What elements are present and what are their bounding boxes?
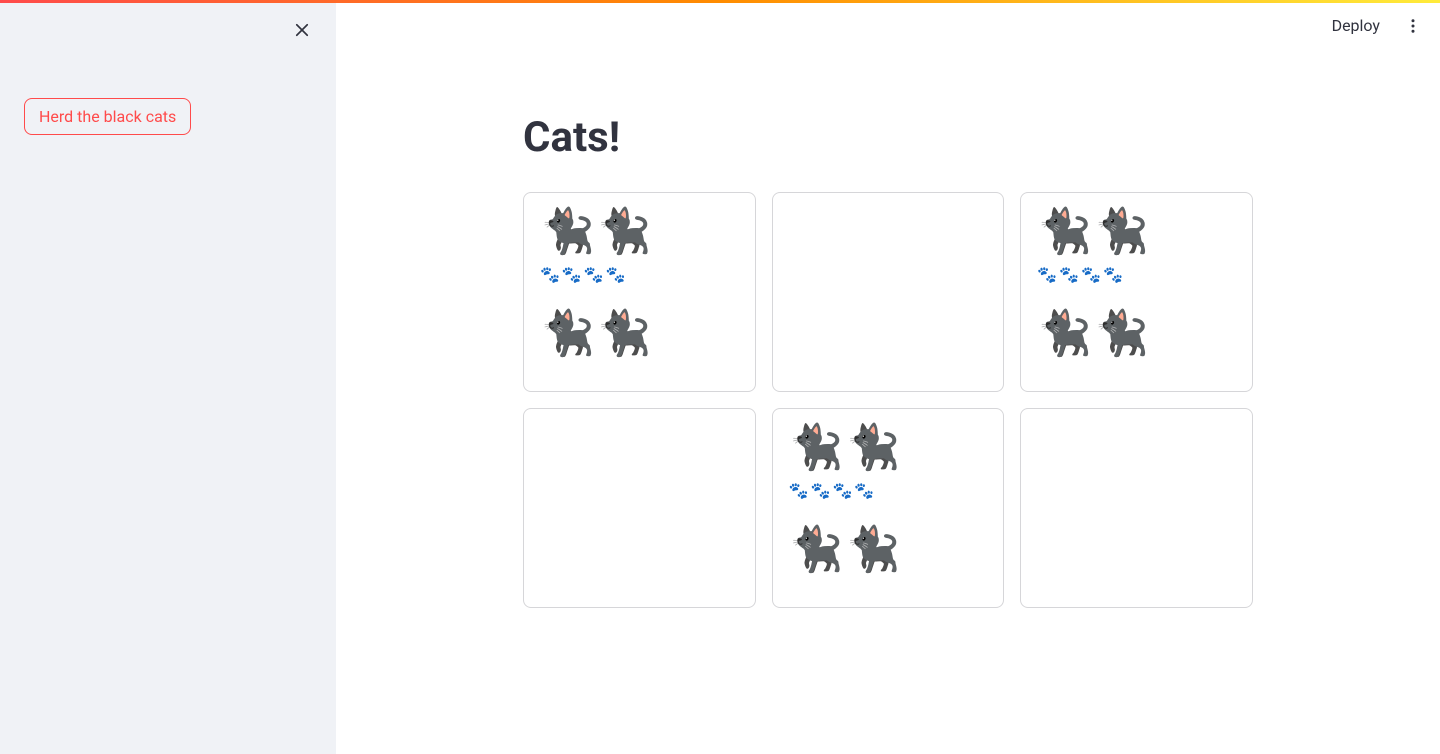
cat-row: 🐈‍⬛🐈‍⬛ (1037, 311, 1236, 355)
cat-content: 🐈‍⬛🐈‍⬛ 🐾🐾🐾🐾 🐈‍⬛🐈‍⬛ (540, 209, 739, 355)
deploy-button[interactable]: Deploy (1322, 10, 1390, 41)
paw-row: 🐾🐾🐾🐾 (540, 267, 739, 283)
cat-content (540, 425, 739, 467)
sidebar-close-button[interactable] (286, 14, 318, 46)
grid-cell: 🐈‍⬛🐈‍⬛ 🐾🐾🐾🐾 🐈‍⬛🐈‍⬛ (1020, 192, 1253, 392)
cat-row: 🐈‍⬛🐈‍⬛ (540, 311, 739, 355)
header-actions: Deploy (1322, 10, 1426, 41)
cat-content (789, 209, 988, 251)
close-icon (293, 21, 311, 39)
app-container: Herd the black cats Deploy Cats! 🐈‍⬛🐈‍⬛ … (0, 0, 1440, 754)
page-title: Cats! (523, 113, 1253, 162)
cat-content (1037, 425, 1236, 467)
cat-grid: 🐈‍⬛🐈‍⬛ 🐾🐾🐾🐾 🐈‍⬛🐈‍⬛ 🐈‍⬛🐈‍⬛ (523, 192, 1253, 608)
main-area: Deploy Cats! 🐈‍⬛🐈‍⬛ 🐾🐾🐾🐾 🐈‍⬛🐈‍⬛ (336, 0, 1440, 754)
grid-cell (1020, 408, 1253, 608)
sidebar: Herd the black cats (0, 0, 336, 754)
cat-row: 🐈‍⬛🐈‍⬛ (789, 527, 988, 571)
top-accent-bar (0, 0, 1440, 3)
paw-row: 🐾🐾🐾🐾 (1037, 267, 1236, 283)
kebab-icon (1404, 17, 1422, 35)
grid-cell (772, 192, 1005, 392)
cat-row: 🐈‍⬛🐈‍⬛ (789, 425, 988, 469)
grid-cell: 🐈‍⬛🐈‍⬛ 🐾🐾🐾🐾 🐈‍⬛🐈‍⬛ (523, 192, 756, 392)
grid-cell (523, 408, 756, 608)
cat-row: 🐈‍⬛🐈‍⬛ (1037, 209, 1236, 253)
cat-row: 🐈‍⬛🐈‍⬛ (540, 209, 739, 253)
herd-cats-button[interactable]: Herd the black cats (24, 98, 191, 135)
paw-row: 🐾🐾🐾🐾 (789, 483, 988, 499)
cat-content: 🐈‍⬛🐈‍⬛ 🐾🐾🐾🐾 🐈‍⬛🐈‍⬛ (789, 425, 988, 571)
more-menu-button[interactable] (1400, 11, 1426, 41)
cat-content: 🐈‍⬛🐈‍⬛ 🐾🐾🐾🐾 🐈‍⬛🐈‍⬛ (1037, 209, 1236, 355)
grid-cell: 🐈‍⬛🐈‍⬛ 🐾🐾🐾🐾 🐈‍⬛🐈‍⬛ (772, 408, 1005, 608)
content: Cats! 🐈‍⬛🐈‍⬛ 🐾🐾🐾🐾 🐈‍⬛🐈‍⬛ (523, 3, 1253, 608)
